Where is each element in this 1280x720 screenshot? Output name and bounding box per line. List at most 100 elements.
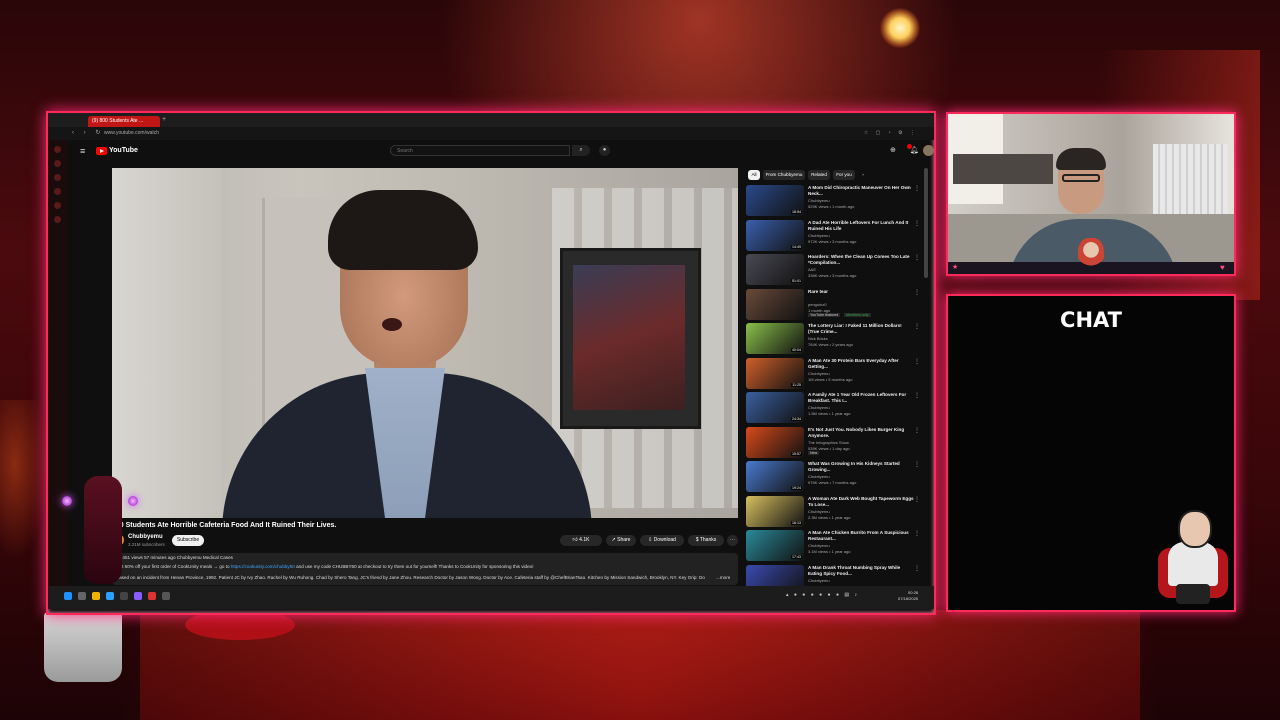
menu-icon[interactable]: ≡ <box>80 146 85 156</box>
like-button[interactable]: 👍︎ 4.1K <box>560 535 602 546</box>
more-options-icon[interactable]: ⋮ <box>914 461 920 468</box>
recommendation-thumbnail[interactable]: 18:54 <box>746 185 804 216</box>
account-avatar[interactable] <box>923 145 934 156</box>
recommendation-thumbnail[interactable]: 19:24 <box>746 461 804 492</box>
recommendation-item[interactable]: 15:57 It's Not Just You. Nobody Likes Bur… <box>746 426 920 461</box>
recommendation-title[interactable]: Rare tear <box>808 289 914 295</box>
recommendation-channel[interactable]: penguinz0 <box>808 302 826 307</box>
subscribe-button[interactable]: Subscribe <box>172 535 204 546</box>
description-box[interactable]: 96,451 views 57 minutes ago Chubbyemu Me… <box>112 553 738 585</box>
recommendation-title[interactable]: A Man Ate 30 Protein Bars Everyday After… <box>808 358 914 370</box>
recommendation-thumbnail[interactable] <box>746 288 804 320</box>
more-options-icon[interactable]: ⋮ <box>914 185 920 192</box>
recommendation-channel[interactable]: The Infographics Show <box>808 440 849 445</box>
recommendation-item[interactable]: 24:34 A Family Ate 1 Year Old Frozen Left… <box>746 392 920 426</box>
recommendation-title[interactable]: It's Not Just You. Nobody Likes Burger K… <box>808 427 914 439</box>
youtube-logo-icon[interactable] <box>96 147 107 155</box>
recommendation-thumbnail[interactable]: 16:13 <box>746 495 804 527</box>
taskbar-clock[interactable]: 00:28 07/18/2025 <box>898 590 918 602</box>
recommendation-channel[interactable]: Chubbyemu <box>808 578 830 583</box>
more-actions-icon[interactable]: ⋯ <box>727 535 738 546</box>
recommendation-channel[interactable]: Chubbyemu <box>808 233 830 238</box>
recommendation-title[interactable]: A Mom Did Chiropractic Maneuver On Her O… <box>808 185 914 197</box>
sidebar-icon[interactable] <box>54 160 61 167</box>
microphone-icon[interactable]: ● <box>599 145 610 156</box>
chip-all[interactable]: All <box>748 170 760 180</box>
browser-taskbar-icon[interactable] <box>148 592 156 600</box>
chip-related[interactable]: Related <box>808 170 830 180</box>
recommendation-channel[interactable]: Chubbyemu <box>808 474 830 479</box>
recommendation-channel[interactable]: Chubbyemu <box>808 509 830 514</box>
recommendation-thumbnail[interactable]: 14:49 <box>746 219 804 251</box>
recommendation-channel[interactable]: Chubbyemu <box>808 405 830 410</box>
recommendation-item[interactable]: 17:43 A Man Ate Chicken Burrito From A Su… <box>746 530 920 564</box>
recommendation-item[interactable]: 14:49 A Dad Ate Horrible Leftovers For Lu… <box>746 219 920 254</box>
recommendation-title[interactable]: A Woman Ate Dark Web Bought Tapeworm Egg… <box>808 496 914 508</box>
more-options-icon[interactable]: ⋮ <box>914 427 920 434</box>
recommendation-item[interactable]: 19:24 What Was Growing In His Kidneys Sta… <box>746 461 920 495</box>
recommendation-item[interactable]: 51:01 Hoarders: When the Clean Up Comes T… <box>746 254 920 288</box>
recommendation-title[interactable]: A Dad Ate Horrible Leftovers For Lunch A… <box>808 220 914 232</box>
recommendation-thumbnail[interactable]: 40:04 <box>746 323 804 354</box>
thanks-button[interactable]: $ Thanks <box>688 535 724 546</box>
more-options-icon[interactable]: ⋮ <box>914 530 920 537</box>
recommendation-thumbnail[interactable]: 24:34 <box>746 392 804 423</box>
more-options-icon[interactable]: ⋮ <box>914 565 920 572</box>
recommendation-item[interactable]: 40:04 The Lottery Liar: I Faked 11 Millio… <box>746 323 920 357</box>
sidebar-icon[interactable] <box>54 174 61 181</box>
sidebar-icon[interactable] <box>54 146 61 153</box>
sidebar-icon[interactable] <box>54 188 61 195</box>
recommendation-channel[interactable]: Chubbyemu <box>808 543 830 548</box>
recommendation-item[interactable]: 16:13 A Woman Ate Dark Web Bought Tapewor… <box>746 495 920 530</box>
extension-icons[interactable]: ☆ ▢ ◔ ⚙ ⋮ <box>864 130 918 136</box>
sidebar-icon[interactable] <box>54 202 61 209</box>
video-player[interactable] <box>112 168 738 518</box>
nav-buttons[interactable]: ‹ › ↻ <box>72 129 104 136</box>
more-options-icon[interactable]: ⋮ <box>914 358 920 365</box>
url-field[interactable]: www.youtube.com/watch <box>104 130 159 136</box>
recommendation-channel[interactable]: Nick Bricks <box>808 336 828 341</box>
more-options-icon[interactable]: ⋮ <box>914 289 920 296</box>
chip-next-icon[interactable]: › <box>859 170 867 180</box>
recommendation-title[interactable]: A Family Ate 1 Year Old Frozen Leftovers… <box>808 392 914 404</box>
recommendation-title[interactable]: A Man Drank Throat Numbing Spray While E… <box>808 565 914 577</box>
recommendation-thumbnail[interactable]: 51:01 <box>746 254 804 285</box>
recommendation-thumbnail[interactable]: 17:43 <box>746 530 804 561</box>
search-icon[interactable]: ⌕ <box>572 145 590 156</box>
download-button[interactable]: ⇩ Download <box>640 535 684 546</box>
task-view-icon[interactable] <box>78 592 86 600</box>
terminal-icon[interactable] <box>120 592 128 600</box>
more-options-icon[interactable]: ⋮ <box>914 323 920 330</box>
share-button[interactable]: ↗ Share <box>606 535 636 546</box>
recommendation-title[interactable]: Hoarders: When the Clean Up Comes Too La… <box>808 254 914 266</box>
chip-for-you[interactable]: For you <box>833 170 855 180</box>
start-icon[interactable] <box>64 592 72 600</box>
new-tab-icon[interactable]: + <box>162 116 166 123</box>
system-tray-icons[interactable]: ▴ ● ● ● ● ● ● ▤ ♪ <box>786 592 859 598</box>
file-explorer-icon[interactable] <box>92 592 100 600</box>
description-link[interactable]: https://cookunity.com/chubby50 <box>231 564 295 569</box>
search-input[interactable]: Search <box>390 145 570 156</box>
sidebar-icon[interactable] <box>54 216 61 223</box>
more-options-icon[interactable]: ⋮ <box>914 254 920 261</box>
more-options-icon[interactable]: ⋮ <box>914 220 920 227</box>
description-more-link[interactable]: ...more <box>716 575 730 580</box>
youtube-logo-text[interactable]: YouTube <box>109 147 138 154</box>
recommendation-title[interactable]: A Man Ate Chicken Burrito From A Suspici… <box>808 530 914 542</box>
recommendation-item[interactable]: Rare tear penguinz0 1 month ago YouTube fea… <box>746 288 920 323</box>
recommendation-title[interactable]: What Was Growing In His Kidneys Started … <box>808 461 914 473</box>
recommendation-item[interactable]: 11:25 A Man Ate 30 Protein Bars Everyday … <box>746 357 920 392</box>
more-options-icon[interactable]: ⋮ <box>914 496 920 503</box>
recommendation-title[interactable]: The Lottery Liar: I Faked 11 Million Dol… <box>808 323 914 335</box>
browser-tab[interactable]: (9) 800 Students Ate ... <box>88 116 160 127</box>
twitch-icon[interactable] <box>134 592 142 600</box>
recommendation-thumbnail[interactable]: 15:57 <box>746 426 804 458</box>
recommendation-channel[interactable]: Chubbyemu <box>808 371 830 376</box>
recommendation-channel[interactable]: A&E <box>808 267 816 272</box>
recommendation-item[interactable]: 18:54 A Mom Did Chiropractic Maneuver On … <box>746 185 920 219</box>
recommendation-thumbnail[interactable]: 11:25 <box>746 357 804 389</box>
app-icon[interactable] <box>162 592 170 600</box>
recommendation-channel[interactable]: Chubbyemu <box>808 198 830 203</box>
scrollbar[interactable] <box>924 168 928 278</box>
telegram-icon[interactable] <box>106 592 114 600</box>
